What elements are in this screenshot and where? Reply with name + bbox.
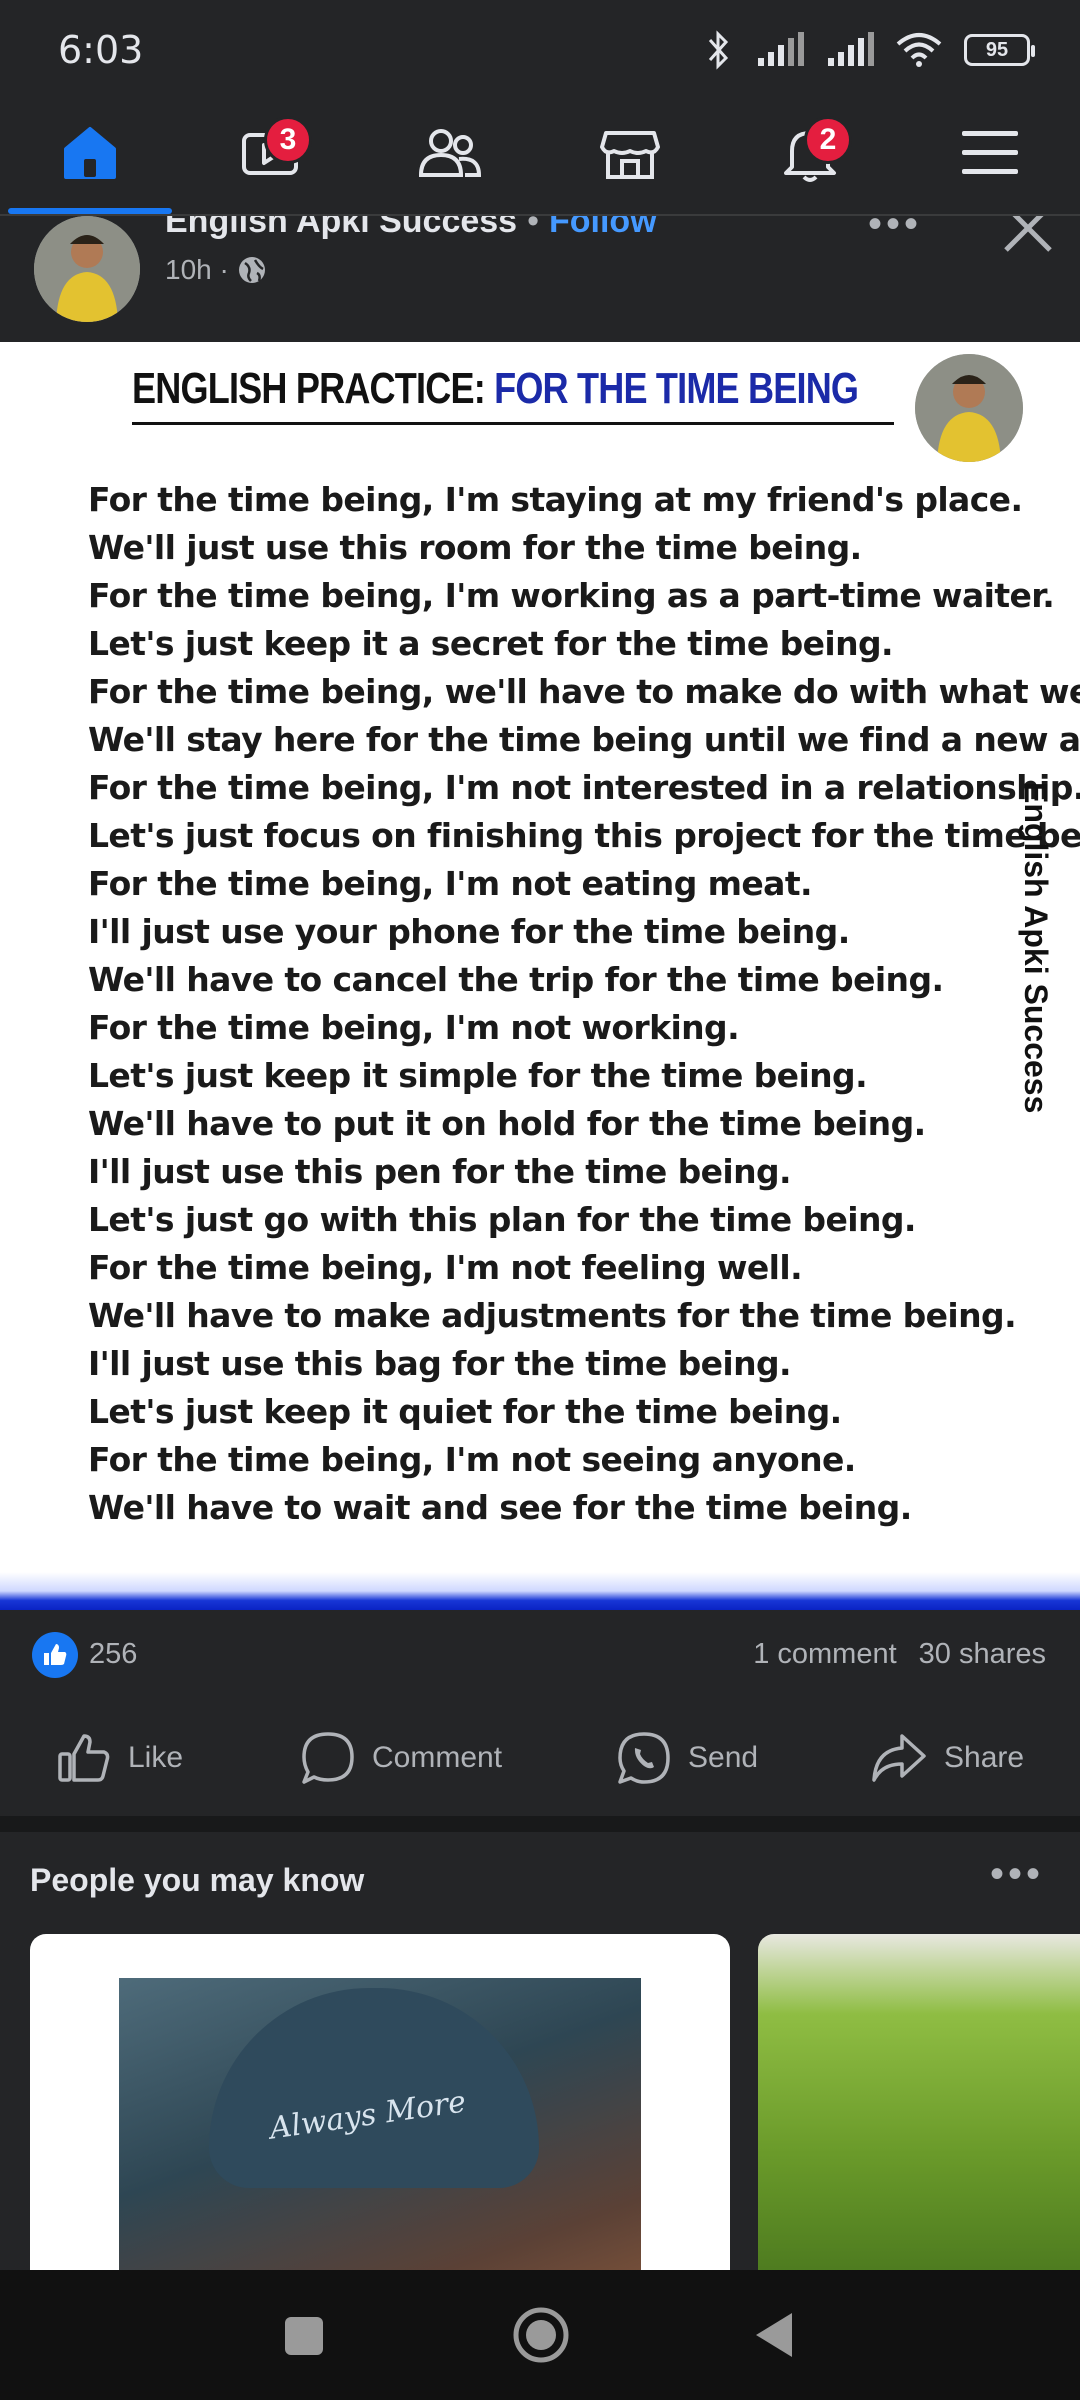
sentence: We'll have to cancel the trip for the ti… bbox=[88, 960, 944, 999]
post-image[interactable]: ENGLISH PRACTICE: FOR THE TIME BEING For… bbox=[0, 342, 1080, 1610]
share-icon bbox=[872, 1734, 926, 1782]
notifications-badge: 2 bbox=[804, 116, 852, 164]
sentence: We'll have to wait and see for the time … bbox=[88, 1488, 912, 1527]
author-avatar[interactable] bbox=[34, 216, 140, 322]
sentence: Let's just focus on finishing this proje… bbox=[88, 816, 1080, 855]
sentence: I'll just use your phone for the time be… bbox=[88, 912, 850, 951]
sentence: Let's just keep it quiet for the time be… bbox=[88, 1392, 842, 1431]
battery-indicator: 95 bbox=[964, 34, 1035, 66]
comment-icon bbox=[302, 1732, 354, 1784]
sentence: Let's just keep it simple for the time b… bbox=[88, 1056, 868, 1095]
post-meta: 10h · bbox=[165, 254, 267, 286]
send-button[interactable]: Send bbox=[616, 1722, 758, 1794]
sentence: For the time being, I'm not working. bbox=[88, 1008, 740, 1047]
thumbs-up-icon bbox=[58, 1734, 110, 1782]
tab-friends[interactable] bbox=[400, 108, 500, 198]
image-title-prefix: ENGLISH PRACTICE: bbox=[132, 364, 495, 413]
tab-video[interactable]: 3 bbox=[220, 108, 320, 198]
share-label: Share bbox=[944, 1741, 1025, 1774]
tab-marketplace[interactable] bbox=[580, 108, 680, 198]
video-badge: 3 bbox=[264, 116, 312, 164]
tab-home[interactable] bbox=[40, 108, 140, 198]
post-time: 10h · bbox=[165, 254, 229, 285]
signal-icon bbox=[758, 32, 804, 66]
wifi-icon bbox=[896, 33, 942, 67]
sentence: We'll have to put it on hold for the tim… bbox=[88, 1104, 926, 1143]
close-icon[interactable] bbox=[1000, 216, 1056, 256]
suggestion-card[interactable]: Always More bbox=[30, 1934, 730, 2270]
sentence: I'll just use this bag for the time bein… bbox=[88, 1344, 792, 1383]
section-divider bbox=[0, 1816, 1080, 1832]
post-actions: Like Comment Send Share bbox=[0, 1700, 1080, 1816]
comment-count[interactable]: 1 comment bbox=[753, 1638, 896, 1671]
home-button[interactable] bbox=[512, 2306, 570, 2364]
marketplace-icon bbox=[600, 131, 660, 179]
post-options-button[interactable]: ••• bbox=[868, 216, 922, 247]
people-you-may-know: People you may know ••• Always More bbox=[0, 1832, 1080, 2270]
like-label: Like bbox=[128, 1741, 184, 1774]
sentence: I'll just use this pen for the time bein… bbox=[88, 1152, 792, 1191]
home-icon bbox=[64, 127, 116, 179]
sentence: We'll just use this room for the time be… bbox=[88, 528, 862, 567]
friends-icon bbox=[418, 129, 482, 177]
title-underline bbox=[132, 422, 894, 425]
send-label: Send bbox=[688, 1741, 759, 1774]
share-button[interactable]: Share bbox=[870, 1722, 1024, 1794]
share-count[interactable]: 30 shares bbox=[919, 1638, 1046, 1671]
sentence-list: For the time being, I'm staying at my fr… bbox=[88, 476, 1080, 1532]
post-header: English Apki Success • Follow 10h · ••• bbox=[0, 216, 1080, 342]
sentence: We'll stay here for the time being until… bbox=[88, 720, 1080, 759]
status-bar: 6:03 95 bbox=[0, 0, 1080, 96]
tab-menu[interactable] bbox=[940, 108, 1040, 198]
status-time: 6:03 bbox=[58, 28, 144, 72]
sentence: For the time being, we'll have to make d… bbox=[88, 672, 1080, 711]
sentence: For the time being, I'm not eating meat. bbox=[88, 864, 813, 903]
tab-notifications[interactable]: 2 bbox=[760, 108, 860, 198]
image-title-highlight: FOR THE TIME BEING bbox=[494, 364, 859, 413]
cap-shape bbox=[209, 1988, 539, 2188]
sentence: We'll have to make adjustments for the t… bbox=[88, 1296, 1017, 1335]
top-nav-bar: 3 2 bbox=[0, 96, 1080, 216]
sentence: For the time being, I'm not feeling well… bbox=[88, 1248, 803, 1287]
image-bottom-stripe bbox=[0, 1572, 1080, 1610]
recent-apps-button[interactable] bbox=[282, 2314, 326, 2358]
author-line: English Apki Success • Follow bbox=[165, 216, 657, 241]
vertical-brand-text: English Apki Success bbox=[1018, 782, 1054, 1114]
signal-icon-2 bbox=[828, 32, 874, 66]
globe-icon bbox=[238, 257, 265, 283]
comment-label: Comment bbox=[372, 1741, 503, 1774]
suggestion-photo[interactable]: Always More bbox=[119, 1978, 641, 2270]
like-count[interactable]: 256 bbox=[89, 1638, 137, 1671]
pymk-title: People you may know bbox=[30, 1862, 365, 1898]
sentence: Let's just keep it a secret for the time… bbox=[88, 624, 894, 663]
follow-button[interactable]: Follow bbox=[549, 216, 657, 240]
engagement-counts: 1 comment 30 shares bbox=[753, 1638, 1046, 1671]
suggestion-card[interactable] bbox=[758, 1934, 1080, 2270]
like-reaction-icon[interactable] bbox=[32, 1632, 78, 1678]
hamburger-menu-icon bbox=[962, 131, 1018, 174]
status-icons: 95 bbox=[704, 30, 1035, 70]
bluetooth-icon bbox=[708, 30, 729, 70]
reactions-bar: 256 1 comment 30 shares bbox=[0, 1610, 1080, 1700]
sentence: For the time being, I'm staying at my fr… bbox=[88, 480, 1023, 519]
sentence: For the time being, I'm not interested i… bbox=[88, 768, 1080, 807]
sentence: For the time being, I'm not seeing anyon… bbox=[88, 1440, 856, 1479]
image-avatar bbox=[915, 354, 1023, 462]
pymk-options-button[interactable]: ••• bbox=[990, 1852, 1044, 1897]
active-tab-indicator bbox=[8, 208, 172, 214]
sentence: For the time being, I'm working as a par… bbox=[88, 576, 1055, 615]
author-name[interactable]: English Apki Success bbox=[165, 216, 517, 240]
comment-button[interactable]: Comment bbox=[300, 1722, 502, 1794]
system-navigation-bar bbox=[0, 2270, 1080, 2400]
image-title: ENGLISH PRACTICE: FOR THE TIME BEING bbox=[132, 364, 859, 414]
like-button[interactable]: Like bbox=[56, 1722, 183, 1794]
whatsapp-icon bbox=[618, 1732, 670, 1784]
back-button[interactable] bbox=[752, 2310, 796, 2360]
sentence: Let's just go with this plan for the tim… bbox=[88, 1200, 916, 1239]
